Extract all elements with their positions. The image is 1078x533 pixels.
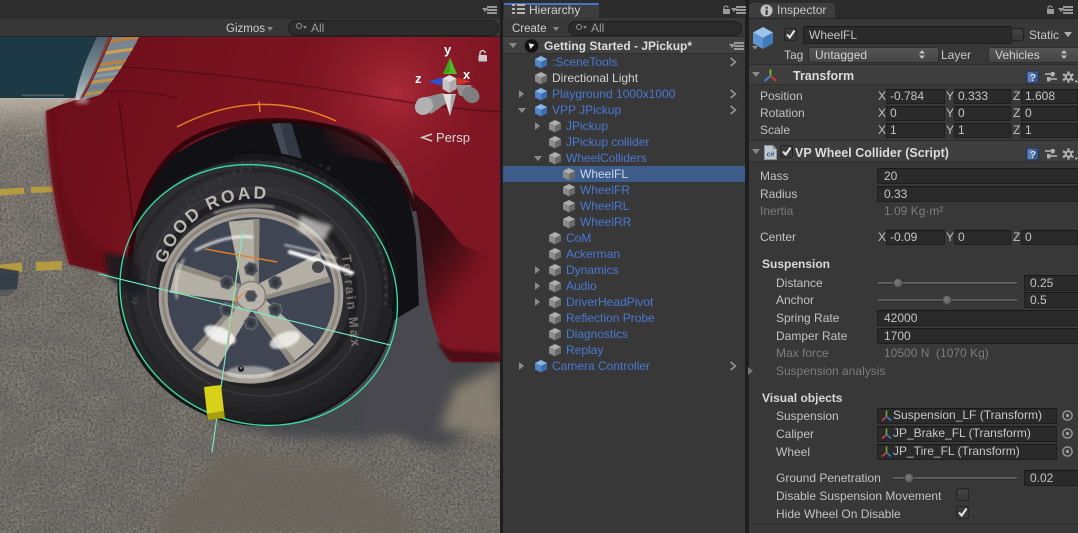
svg-text:c#: c# [767,152,775,159]
svg-text:?: ? [1030,150,1036,161]
svg-text:x: x [463,67,471,82]
svg-text:?: ? [1030,73,1036,84]
svg-text:Persp: Persp [436,130,470,145]
svg-text:z: z [415,71,422,86]
svg-text:y: y [444,42,452,57]
